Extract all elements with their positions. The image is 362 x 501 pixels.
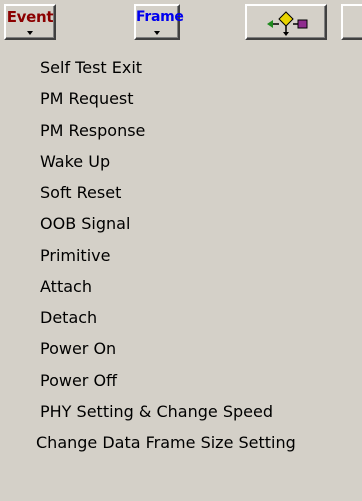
menu-item-attach[interactable]: Attach [0,271,362,302]
menu-item-self-test-exit[interactable]: Self Test Exit [0,52,362,83]
flow-diagram-button[interactable] [245,4,327,40]
event-dropdown-menu: Self Test Exit PM Request PM Response Wa… [0,52,362,501]
diagram-flow-icon [267,11,308,36]
menu-item-pm-request[interactable]: PM Request [0,83,362,114]
menu-item-phy-setting-change-speed[interactable]: PHY Setting & Change Speed [0,396,362,427]
menu-item-detach[interactable]: Detach [0,302,362,333]
frame-button-label: Frame [136,9,184,25]
menu-item-primitive[interactable]: Primitive [0,240,362,271]
event-button-label: Event [6,8,54,26]
chevron-down-icon [27,31,33,35]
menu-item-power-off[interactable]: Power Off [0,365,362,396]
toolbar: Event Frame [0,0,362,52]
menu-item-wake-up[interactable]: Wake Up [0,146,362,177]
event-dropdown-button[interactable]: Event [4,4,56,40]
menu-item-change-data-frame-size-setting[interactable]: Change Data Frame Size Setting [0,427,362,458]
menu-item-pm-response[interactable]: PM Response [0,115,362,146]
toolbar-overflow-button[interactable] [341,4,362,40]
menu-item-oob-signal[interactable]: OOB Signal [0,208,362,239]
chevron-down-icon [154,31,160,35]
frame-dropdown-button[interactable]: Frame [134,4,184,40]
menu-item-power-on[interactable]: Power On [0,333,362,364]
menu-item-soft-reset[interactable]: Soft Reset [0,177,362,208]
